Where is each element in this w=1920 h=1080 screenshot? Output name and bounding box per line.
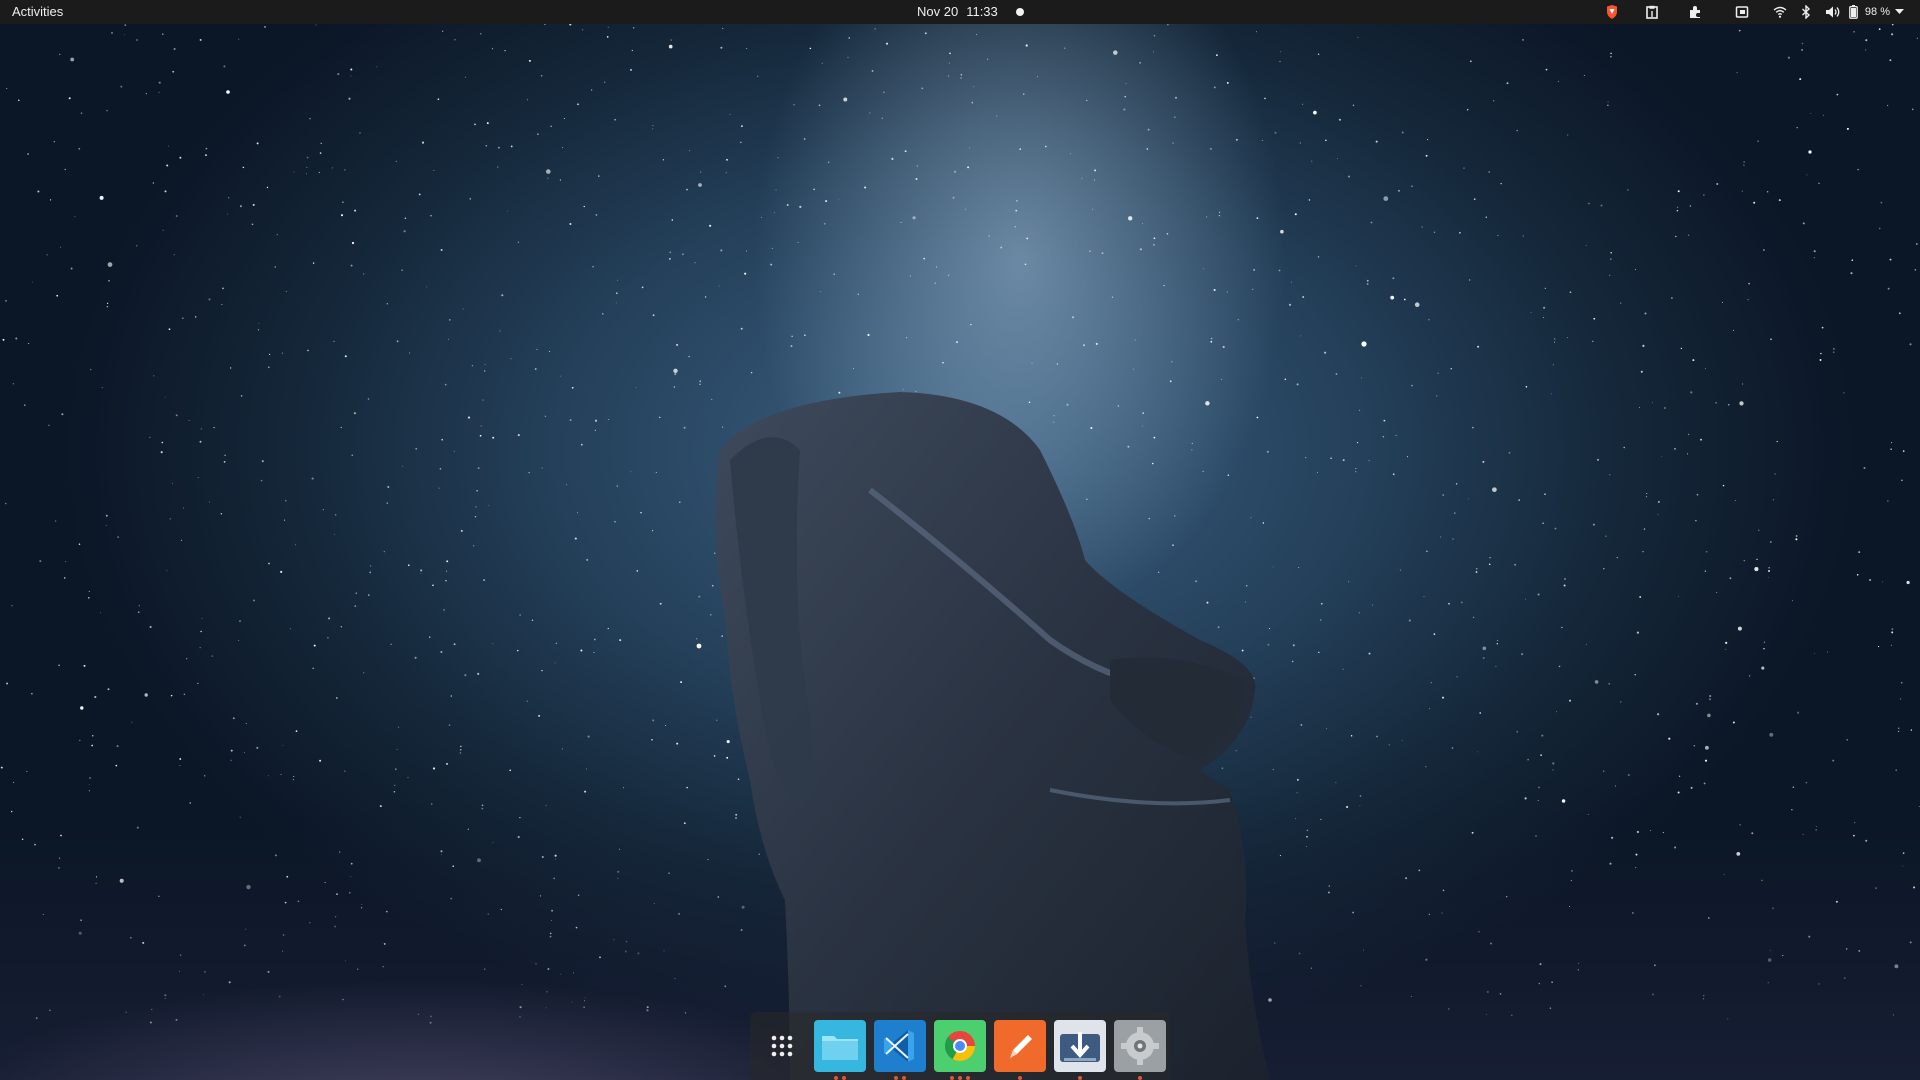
- battery-percentage: 98 %: [1864, 6, 1890, 18]
- settings-app-button[interactable]: [1114, 1020, 1166, 1080]
- wifi-icon[interactable]: [1767, 3, 1793, 21]
- vscode-icon: [874, 1020, 926, 1072]
- bluetooth-icon[interactable]: [1793, 3, 1819, 21]
- clock-time: 11:33: [966, 4, 998, 19]
- chrome-icon: [934, 1020, 986, 1072]
- running-indicator: [1054, 1076, 1106, 1080]
- chrome-app-button[interactable]: [934, 1020, 986, 1080]
- download-icon: [1054, 1020, 1106, 1072]
- files-app-button[interactable]: [814, 1020, 866, 1080]
- folder-icon: [814, 1020, 866, 1072]
- pen-icon: [994, 1020, 1046, 1072]
- battery-icon[interactable]: [1847, 3, 1861, 21]
- system-tray[interactable]: 98 %: [1593, 3, 1908, 21]
- running-indicator: [1114, 1076, 1166, 1080]
- top-bar: Activities Nov 20 11:33 98 %: [0, 0, 1920, 24]
- running-indicator: [934, 1076, 986, 1080]
- desktop-wallpaper: [0, 0, 1920, 1080]
- software-updater-button[interactable]: [1054, 1020, 1106, 1080]
- volume-icon[interactable]: [1819, 3, 1847, 21]
- brave-shield-icon[interactable]: [1593, 3, 1631, 21]
- dock: [750, 1012, 1170, 1080]
- screen-mirror-icon[interactable]: [1717, 3, 1767, 21]
- clock-date: Nov 20: [917, 4, 959, 19]
- drawing-app-button[interactable]: [994, 1020, 1046, 1080]
- moai-statue: [715, 392, 1270, 1080]
- show-applications-button[interactable]: [756, 1020, 808, 1072]
- settings-icon: [1114, 1020, 1166, 1072]
- vscode-app-button[interactable]: [874, 1020, 926, 1080]
- activities-button[interactable]: Activities: [12, 4, 63, 19]
- app-grid-icon: [771, 1035, 793, 1057]
- clock-button[interactable]: Nov 20 11:33: [917, 4, 998, 19]
- running-indicator: [814, 1076, 866, 1080]
- running-indicator: [994, 1076, 1046, 1080]
- clipboard-icon[interactable]: [1631, 3, 1673, 21]
- extensions-icon[interactable]: [1673, 3, 1717, 21]
- running-indicator: [874, 1076, 926, 1080]
- chevron-down-icon[interactable]: [1890, 3, 1908, 21]
- notification-dot: [1016, 8, 1024, 16]
